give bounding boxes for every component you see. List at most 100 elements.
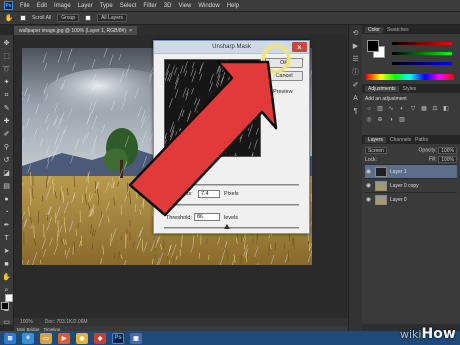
dialog-close-button[interactable]: x [292, 42, 307, 52]
all-layers-checkbox[interactable] [85, 15, 92, 21]
amount-slider[interactable] [164, 184, 299, 186]
panel-foreground-swatch[interactable] [367, 40, 379, 52]
brush-tool-icon[interactable]: ✐ [2, 129, 12, 140]
photo-filter-icon[interactable]: ◎ [365, 116, 373, 124]
photoshop-taskbar-icon[interactable]: Ps [112, 332, 124, 344]
chrome-icon[interactable]: ◉ [76, 332, 88, 344]
black-white-icon[interactable]: ◧ [442, 105, 450, 113]
tab-close-icon[interactable]: × [129, 28, 132, 34]
start-button-icon[interactable]: ⊞ [4, 332, 16, 344]
vibrance-icon[interactable]: ▽ [409, 105, 417, 113]
cancel-button[interactable]: Cancel [265, 71, 303, 81]
threshold-slider-knob[interactable] [224, 224, 230, 229]
brush-presets-icon[interactable]: ✐ [351, 81, 361, 91]
tab-swatches[interactable]: Swatches [387, 27, 409, 33]
posterize-icon[interactable]: ▨ [398, 116, 406, 124]
visibility-eye-icon[interactable]: ◉ [365, 168, 372, 175]
media-player-icon[interactable]: ▶ [58, 332, 70, 344]
menu-image[interactable]: Image [54, 3, 71, 9]
levels-icon[interactable]: ▥ [376, 105, 384, 113]
history-icon[interactable]: ⟲ [351, 29, 361, 39]
menu-help[interactable]: Help [227, 3, 239, 9]
menu-window[interactable]: Window [198, 3, 219, 9]
preview-toggle[interactable]: ✓ Preview [265, 89, 293, 95]
threshold-slider[interactable] [164, 227, 299, 229]
red-slider[interactable] [392, 42, 452, 45]
color-panel-tabs: Color Swatches [362, 25, 460, 34]
curves-icon[interactable]: ∿ [387, 105, 395, 113]
character-icon[interactable]: A [351, 94, 361, 104]
blend-mode-select[interactable]: Screen [365, 147, 387, 154]
file-explorer-icon[interactable]: ▭ [40, 332, 52, 344]
exposure-icon[interactable]: ◐ [398, 105, 406, 113]
path-selection-tool-icon[interactable]: ➤ [2, 246, 12, 257]
tab-channels[interactable]: Channels [390, 137, 411, 143]
tab-layers[interactable]: Layers [365, 136, 387, 143]
hand-tool-icon[interactable]: ✋ [2, 272, 12, 283]
tab-paths[interactable]: Paths [415, 137, 428, 143]
menu-type[interactable]: Type [100, 3, 113, 9]
fill-input[interactable]: 100% [438, 156, 457, 163]
color-balance-icon[interactable]: ⚖ [431, 105, 439, 113]
menu-view[interactable]: View [178, 3, 191, 9]
opacity-input[interactable]: 100% [438, 147, 457, 154]
all-layers-select[interactable]: All Layers [97, 14, 128, 22]
eraser-tool-icon[interactable]: ◪ [2, 168, 12, 179]
radius-input[interactable]: 7.4 [198, 190, 220, 198]
menu-filter[interactable]: Filter [143, 3, 156, 9]
lasso-tool-icon[interactable]: ➰ [2, 64, 12, 75]
tab-adjustments[interactable]: Adjustments [365, 85, 399, 92]
paragraph-icon[interactable]: ¶ [351, 107, 361, 117]
internet-explorer-icon[interactable]: e [22, 332, 34, 344]
history-brush-tool-icon[interactable]: ↺ [2, 155, 12, 166]
eyedropper-tool-icon[interactable]: ✎ [2, 103, 12, 114]
magic-wand-tool-icon[interactable]: ✦ [2, 77, 12, 88]
dodge-tool-icon[interactable]: ◔ [2, 207, 12, 218]
visibility-eye-icon[interactable]: ◉ [365, 182, 372, 189]
document-tab[interactable]: wallpaper image.jpg @ 100% (Layer 1, RGB… [14, 26, 137, 35]
background-color-swatch[interactable] [4, 294, 13, 302]
foreground-color-swatch[interactable] [0, 302, 9, 310]
menu-file[interactable]: File [20, 3, 30, 9]
type-tool-icon[interactable]: T [2, 233, 12, 244]
healing-tool-icon[interactable]: ✚ [2, 116, 12, 127]
blue-slider[interactable] [392, 62, 452, 65]
hue-saturation-icon[interactable]: ▦ [420, 105, 428, 113]
scroll-all-checkbox[interactable] [20, 15, 26, 21]
invert-icon[interactable]: ◑ [387, 116, 395, 124]
menu-edit[interactable]: Edit [37, 3, 47, 9]
layer-row[interactable]: ◉ Layer 0 [365, 192, 457, 206]
info-icon[interactable]: ⓘ [351, 68, 361, 78]
group-select[interactable]: Group [57, 14, 80, 22]
shape-tool-icon[interactable]: ■ [2, 259, 12, 270]
move-tool-icon[interactable]: ✥ [2, 38, 12, 49]
pen-tool-icon[interactable]: ✒ [2, 220, 12, 231]
threshold-input[interactable]: 86 [194, 213, 220, 221]
visibility-eye-icon[interactable]: ◉ [365, 196, 372, 203]
tab-styles[interactable]: Styles [403, 86, 417, 92]
marquee-tool-icon[interactable]: ⬚ [2, 51, 12, 62]
properties-icon[interactable]: ☰ [351, 55, 361, 65]
filter-preview-pane[interactable] [164, 59, 261, 157]
preview-checkbox[interactable]: ✓ [265, 89, 271, 95]
app-icon[interactable]: ▣ [130, 332, 142, 344]
menu-select[interactable]: Select [120, 3, 137, 9]
green-slider[interactable] [392, 52, 452, 55]
brightness-icon[interactable]: ☼ [365, 105, 373, 113]
blur-tool-icon[interactable]: ● [2, 194, 12, 205]
menu-layer[interactable]: Layer [78, 3, 93, 9]
menu-3d[interactable]: 3D [164, 3, 172, 9]
color-spectrum[interactable] [366, 74, 454, 80]
channel-mixer-icon[interactable]: ⊕ [376, 116, 384, 124]
zoom-level[interactable]: 100% [20, 319, 33, 325]
tab-color[interactable]: Color [365, 26, 383, 33]
layer-row[interactable]: ◉ Layer 1 [365, 164, 457, 178]
screen-mode-icon[interactable]: ▭ [2, 317, 12, 328]
radius-slider[interactable] [164, 204, 299, 206]
actions-icon[interactable]: ▶ [351, 42, 361, 52]
gradient-tool-icon[interactable]: ▤ [2, 181, 12, 192]
app-icon[interactable]: ◆ [94, 332, 106, 344]
clone-stamp-tool-icon[interactable]: ⚲ [2, 142, 12, 153]
layer-row[interactable]: ◉ Layer 0 copy [365, 178, 457, 192]
crop-tool-icon[interactable]: ⌗ [2, 90, 12, 101]
